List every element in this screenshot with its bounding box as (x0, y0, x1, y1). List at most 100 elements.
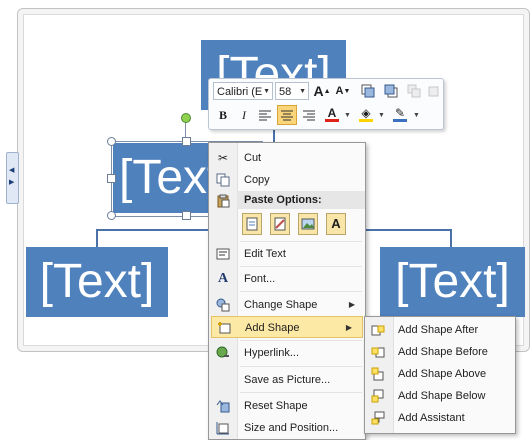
resize-handle[interactable] (182, 137, 191, 146)
menu-item-label: Change Shape (244, 299, 318, 311)
context-menu: ✂ Cut Copy Paste Options: A Edit Text A … (208, 142, 366, 440)
copy-icon (216, 173, 230, 187)
font-size-combo[interactable]: 58 ▼ (275, 82, 309, 100)
fill-color-swatch (359, 119, 373, 122)
align-objects-button[interactable] (404, 81, 424, 101)
font-color-swatch (325, 119, 339, 122)
chevron-down-icon[interactable]: ▼ (344, 112, 351, 119)
line-color-button[interactable]: ✎ (390, 105, 410, 125)
menu-item-font[interactable]: A Font... (209, 268, 365, 290)
add-shape-submenu: Add Shape After Add Shape Before Add Sha… (364, 316, 516, 434)
menu-item-label: Copy (244, 174, 270, 186)
menu-item-label: Size and Position... (244, 422, 339, 434)
connector-line (450, 229, 452, 247)
expand-arrow-icon: ▶ (9, 179, 15, 186)
menu-item-change-shape[interactable]: Change Shape ▶ (209, 294, 365, 316)
resize-handle[interactable] (182, 211, 191, 220)
paste-text-only-icon: A (331, 216, 341, 231)
rotation-handle[interactable] (181, 113, 191, 123)
paste-text-only-button[interactable]: A (326, 213, 346, 235)
menu-separator (240, 291, 362, 292)
paste-options-label: Paste Options: (244, 194, 322, 206)
bottom-left-shape[interactable]: [Text] (26, 247, 168, 317)
text-pane-toggle[interactable]: ◀ ▶ (6, 152, 19, 204)
bold-button[interactable]: B (213, 105, 233, 125)
resize-handle[interactable] (107, 137, 116, 146)
submenu-item-add-shape-above[interactable]: Add Shape Above (365, 363, 515, 385)
submenu-item-label: Add Shape Above (398, 368, 487, 380)
resize-handle[interactable] (107, 174, 116, 183)
add-shape-above-icon (371, 367, 385, 381)
menu-item-cut[interactable]: ✂ Cut (209, 147, 365, 169)
align-center-icon (281, 110, 293, 120)
font-color-icon: A (327, 106, 337, 120)
paste-options-header: Paste Options: (237, 191, 365, 209)
grow-font-icon: A (313, 83, 324, 99)
pen-icon: ✎ (394, 106, 406, 120)
menu-item-hyperlink[interactable]: Hyperlink... (209, 342, 365, 364)
bottom-right-shape[interactable]: [Text] (380, 247, 525, 317)
shrink-font-icon: A (335, 84, 344, 97)
submenu-item-add-shape-before[interactable]: Add Shape Before (365, 341, 515, 363)
submenu-item-add-shape-below[interactable]: Add Shape Below (365, 385, 515, 407)
submenu-item-add-assistant[interactable]: Add Assistant (365, 407, 515, 429)
connector-line (96, 229, 98, 247)
size-position-icon (216, 421, 230, 435)
shrink-font-button[interactable]: A ▼ (333, 81, 353, 101)
menu-separator (240, 366, 362, 367)
paste-picture-button[interactable] (298, 213, 318, 235)
paste-destination-icon (246, 217, 258, 231)
align-right-icon (303, 110, 315, 120)
font-color-button[interactable]: A (322, 105, 342, 125)
add-assistant-icon (371, 411, 385, 425)
menu-item-copy[interactable]: Copy (209, 169, 365, 191)
menu-item-label: Reset Shape (244, 400, 308, 412)
menu-separator (240, 340, 362, 341)
align-objects-icon (407, 84, 421, 98)
submenu-arrow-icon: ▶ (345, 323, 352, 332)
submenu-item-label: Add Shape Before (398, 346, 488, 358)
bring-forward-button[interactable] (358, 81, 378, 101)
font-size-value: 58 (279, 86, 292, 98)
menu-item-reset-shape[interactable]: Reset Shape (209, 395, 365, 417)
menu-item-add-shape[interactable]: Add Shape ▶ (211, 316, 363, 338)
menu-separator (240, 241, 362, 242)
resize-handle[interactable] (107, 211, 116, 220)
line-color-swatch (393, 119, 407, 122)
add-shape-below-icon (371, 389, 385, 403)
menu-item-label: Edit Text (244, 248, 286, 260)
italic-button[interactable]: I (234, 105, 254, 125)
align-left-button[interactable] (255, 105, 275, 125)
submenu-item-add-shape-after[interactable]: Add Shape After (365, 319, 515, 341)
menu-item-edit-text[interactable]: Edit Text (209, 243, 365, 265)
chevron-down-icon[interactable]: ▼ (413, 112, 420, 119)
font-icon: A (217, 271, 229, 286)
submenu-arrow-icon: ▶ (348, 300, 355, 309)
paste-use-destination-theme-button[interactable] (242, 213, 262, 235)
menu-separator (240, 392, 362, 393)
paste-picture-icon (301, 218, 315, 230)
grow-font-button[interactable]: A ▲ (312, 81, 332, 101)
menu-separator (240, 266, 362, 267)
scissors-icon: ✂ (217, 151, 229, 165)
align-left-icon (259, 110, 271, 120)
chevron-down-icon: ▼ (299, 88, 306, 95)
menu-item-label: Font... (244, 273, 276, 285)
chevron-down-icon[interactable]: ▼ (378, 112, 385, 119)
send-backward-button[interactable] (381, 81, 401, 101)
menu-item-size-and-position[interactable]: Size and Position... (209, 417, 365, 439)
submenu-item-label: Add Shape Below (398, 390, 486, 402)
paste-keep-source-formatting-button[interactable] (270, 213, 290, 235)
group-objects-button[interactable] (423, 81, 443, 101)
menu-item-label: Hyperlink... (244, 347, 300, 359)
change-shape-icon (216, 298, 230, 312)
font-name-combo[interactable]: Calibri (E ▼ (213, 82, 273, 100)
menu-item-label: Add Shape (245, 322, 300, 334)
align-right-button[interactable] (299, 105, 319, 125)
bring-forward-icon (361, 84, 375, 98)
menu-item-label: Cut (244, 152, 262, 164)
add-shape-icon (217, 321, 231, 335)
align-center-button[interactable] (277, 105, 297, 125)
fill-color-button[interactable]: ◈ (356, 105, 376, 125)
menu-item-save-as-picture[interactable]: Save as Picture... (209, 369, 365, 391)
